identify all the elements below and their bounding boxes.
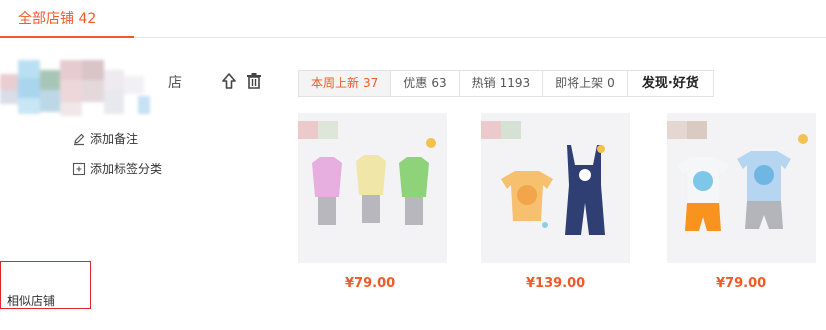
pin-to-top-icon[interactable] [220, 72, 238, 90]
tab-discounts[interactable]: 优惠 63 [391, 71, 460, 96]
tab-count: 37 [363, 76, 379, 90]
chevron-right-icon: › [7, 292, 12, 306]
tab-discover-goods[interactable]: 发现·好货 [627, 71, 713, 96]
trash-icon[interactable] [245, 72, 263, 90]
tab-label: 发现·好货 [641, 76, 699, 91]
product-price: ¥79.00 [345, 276, 396, 291]
product-card[interactable] [481, 113, 630, 263]
add-note-button[interactable]: 添加备注 [72, 130, 138, 147]
product-image [677, 134, 808, 231]
add-tag-button[interactable]: 添加标签分类 [72, 160, 162, 177]
shop-avatar[interactable] [0, 56, 150, 126]
tag-box-icon [72, 162, 86, 176]
product-filter-tabs: 本周上新 37 优惠 63 热销 1193 即将上架 0 发现·好货 [298, 70, 714, 97]
add-tag-label: 添加标签分类 [90, 162, 163, 176]
tab-all-shops-label: 全部店铺 42 [18, 11, 97, 27]
product-card[interactable] [298, 113, 447, 263]
tab-count: 0 [607, 76, 615, 90]
product-card[interactable] [667, 113, 816, 263]
similar-shops-link[interactable]: 相似店铺 › [0, 261, 91, 309]
tab-label: 本周上新 [311, 76, 360, 90]
tab-label: 即将上架 [555, 76, 604, 90]
tab-new-this-week[interactable]: 本周上新 37 [299, 71, 392, 96]
tab-all-shops[interactable]: 全部店铺 42 [0, 0, 134, 38]
product-image [312, 138, 436, 225]
tab-label: 热销 [471, 76, 496, 90]
tab-count: 1193 [499, 76, 531, 90]
tab-coming-soon[interactable]: 即将上架 0 [543, 71, 628, 96]
product-image [501, 145, 605, 235]
pencil-icon [72, 132, 86, 146]
tab-hot-sales[interactable]: 热销 1193 [459, 71, 544, 96]
add-note-label: 添加备注 [90, 132, 139, 146]
similar-shops-label: 相似店铺 [7, 294, 56, 308]
product-price: ¥79.00 [716, 276, 767, 291]
tab-count: 63 [431, 76, 447, 90]
shop-name[interactable]: 店 [168, 72, 182, 92]
tab-label: 优惠 [403, 76, 428, 90]
product-price: ¥139.00 [526, 276, 586, 291]
